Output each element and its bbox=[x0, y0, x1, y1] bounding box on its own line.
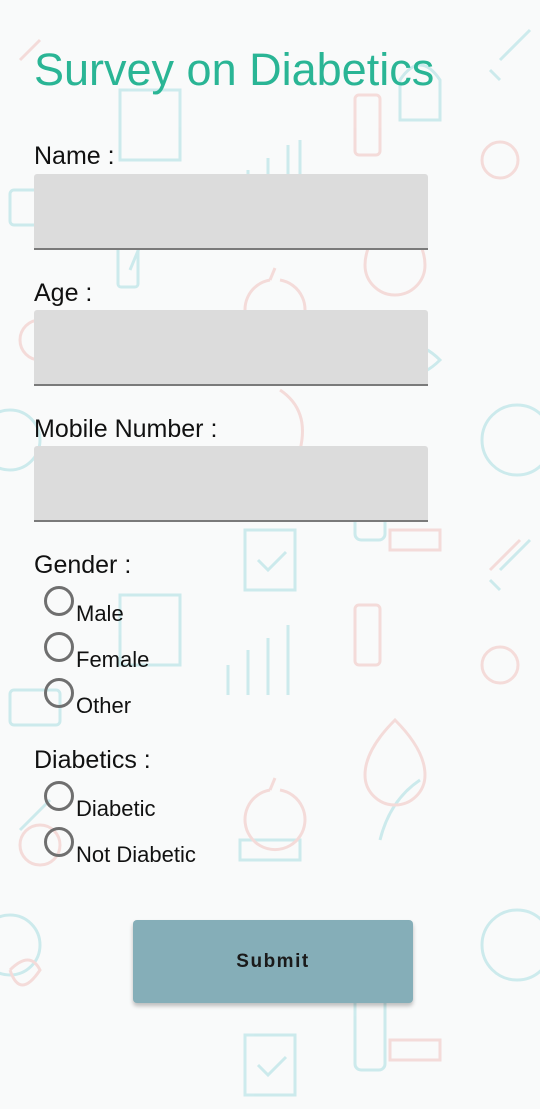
diabetics-option-label: Diabetic bbox=[76, 796, 156, 821]
gender-label: Gender : bbox=[34, 551, 132, 579]
gender-option-label: Female bbox=[76, 647, 150, 672]
diabetics-label: Diabetics : bbox=[34, 746, 151, 774]
radio-button[interactable] bbox=[44, 827, 74, 857]
name-field[interactable] bbox=[34, 174, 428, 250]
radio-button[interactable] bbox=[44, 632, 74, 662]
page-title: Survey on Diabetics bbox=[34, 44, 435, 95]
gender-option-label: Other bbox=[76, 693, 132, 718]
gender-option-female[interactable]: Female bbox=[44, 632, 344, 672]
diabetics-option-diabetic[interactable]: Diabetic bbox=[44, 781, 344, 821]
radio-button[interactable] bbox=[44, 678, 74, 708]
survey-form: Survey on Diabetics Name : Age : Mobile … bbox=[0, 0, 540, 1109]
radio-button[interactable] bbox=[44, 781, 74, 811]
mobile-number-label: Mobile Number : bbox=[34, 415, 218, 443]
diabetics-option-not-diabetic[interactable]: Not Diabetic bbox=[44, 827, 344, 867]
age-label: Age : bbox=[34, 279, 93, 307]
submit-button[interactable]: Submit bbox=[133, 920, 413, 1003]
radio-button[interactable] bbox=[44, 586, 74, 616]
gender-option-male[interactable]: Male bbox=[44, 586, 344, 626]
diabetics-option-label: Not Diabetic bbox=[76, 842, 196, 867]
gender-option-other[interactable]: Other bbox=[44, 678, 344, 718]
name-label: Name : bbox=[34, 142, 115, 170]
gender-option-label: Male bbox=[76, 601, 124, 626]
mobile-number-field[interactable] bbox=[34, 446, 428, 522]
age-field[interactable] bbox=[34, 310, 428, 386]
